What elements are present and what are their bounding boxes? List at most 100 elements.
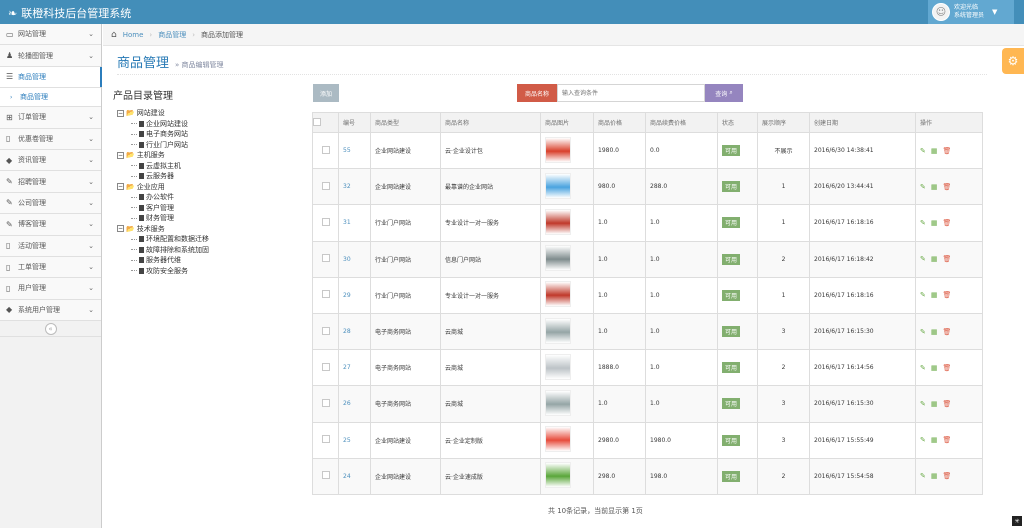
sidebar-item-coupons[interactable]: ▯ 优惠卷管理 ⌄	[0, 128, 101, 150]
collapse-box-icon[interactable]: −	[117, 183, 124, 191]
tree-leaf[interactable]: 故障排除和系统加固	[117, 245, 209, 256]
col-price[interactable]: 商品价格	[593, 112, 646, 133]
tree-node[interactable]: − 📂 企业应用	[117, 182, 209, 193]
grid-icon[interactable]: ▦	[931, 364, 938, 372]
edit-icon[interactable]: ✎	[920, 436, 926, 444]
trash-icon[interactable]: 🗑	[943, 183, 952, 191]
sidebar-item-jobs[interactable]: ✎ 招聘管理 ⌄	[0, 171, 101, 193]
tree-leaf[interactable]: 环境配置和数据迁移	[117, 234, 209, 245]
row-id[interactable]: 27	[338, 349, 371, 387]
grid-icon[interactable]: ▦	[931, 147, 938, 155]
grid-icon[interactable]: ▦	[931, 291, 938, 299]
row-checkbox[interactable]	[321, 398, 330, 407]
row-checkbox[interactable]	[321, 217, 330, 226]
search-button[interactable]: 查询 ⌕	[705, 84, 743, 102]
edit-icon[interactable]: ✎	[920, 255, 926, 263]
collapse-box-icon[interactable]: −	[117, 151, 124, 159]
edit-icon[interactable]: ✎	[920, 147, 926, 155]
row-checkbox[interactable]	[321, 435, 330, 444]
tree-leaf[interactable]: 企业网站建设	[117, 119, 209, 130]
row-id[interactable]: 28	[338, 312, 371, 351]
breadcrumb-level1[interactable]: 商品管理	[158, 30, 186, 40]
trash-icon[interactable]: 🗑	[943, 364, 952, 372]
sidebar-item-website[interactable]: ▭ 网站管理 ⌄	[0, 24, 101, 46]
col-date[interactable]: 创建日期	[809, 112, 916, 133]
row-checkbox[interactable]	[321, 362, 330, 371]
tree-leaf[interactable]: 客户管理	[117, 203, 209, 214]
tree-leaf[interactable]: 云服务器	[117, 171, 209, 182]
edit-icon[interactable]: ✎	[920, 472, 926, 480]
col-renew-price[interactable]: 商品续费价格	[645, 112, 718, 133]
trash-icon[interactable]: 🗑	[943, 328, 952, 336]
trash-icon[interactable]: 🗑	[943, 436, 952, 444]
sidebar-item-company[interactable]: ✎ 公司管理 ⌄	[0, 192, 101, 215]
settings-button[interactable]: ⚙	[1002, 48, 1024, 74]
search-input[interactable]	[557, 84, 705, 102]
grid-icon[interactable]: ▦	[931, 219, 938, 227]
row-id[interactable]: 26	[338, 385, 371, 423]
trash-icon[interactable]: 🗑	[943, 472, 952, 480]
user-menu[interactable]: ☺ 欢迎光临 系统管理员 ▼	[928, 0, 1014, 24]
tree-leaf[interactable]: 服务器代维	[117, 255, 209, 266]
row-id[interactable]: 25	[338, 421, 371, 459]
trash-icon[interactable]: 🗑	[943, 147, 952, 155]
tree-leaf[interactable]: 攻防安全服务	[117, 266, 209, 277]
sidebar-item-orders[interactable]: ⊞ 订单管理 ⌄	[0, 107, 101, 129]
collapse-box-icon[interactable]: −	[117, 109, 124, 117]
breadcrumb-home[interactable]: Home	[123, 31, 144, 39]
row-id[interactable]: 32	[338, 168, 371, 206]
add-button[interactable]: 添加	[313, 84, 339, 102]
row-checkbox[interactable]	[321, 290, 330, 299]
row-checkbox[interactable]	[321, 326, 330, 335]
row-checkbox[interactable]	[321, 181, 330, 190]
edit-icon[interactable]: ✎	[920, 364, 926, 372]
edit-icon[interactable]: ✎	[920, 219, 926, 227]
select-all-checkbox[interactable]	[313, 117, 321, 126]
brand[interactable]: ❧ 联橙科技后台管理系统	[8, 5, 131, 21]
trash-icon[interactable]: 🗑	[943, 291, 952, 299]
row-id[interactable]: 29	[338, 276, 371, 314]
sidebar-item-products[interactable]: ☰ 商品管理	[0, 66, 102, 89]
double-angle-left-icon[interactable]: «	[44, 322, 57, 335]
sidebar-subitem-products[interactable]: › 商品管理	[0, 88, 101, 108]
grid-icon[interactable]: ▦	[931, 472, 938, 480]
tree-leaf[interactable]: 电子商务网站	[117, 129, 209, 140]
edit-icon[interactable]: ✎	[920, 291, 926, 299]
tree-leaf[interactable]: 财务管理	[117, 213, 209, 224]
sidebar-item-system-users[interactable]: ◆ 系统用户管理 ⌄	[0, 299, 101, 322]
col-name[interactable]: 商品名称	[440, 112, 541, 133]
row-checkbox[interactable]	[321, 145, 330, 154]
tree-leaf[interactable]: 行业门户网站	[117, 140, 209, 151]
sidebar-item-blog[interactable]: ✎ 博客管理 ⌄	[0, 214, 101, 236]
edit-icon[interactable]: ✎	[920, 328, 926, 336]
tree-node[interactable]: − 📂 技术服务	[117, 224, 209, 235]
tree-leaf[interactable]: 云虚拟主机	[117, 161, 209, 172]
trash-icon[interactable]: 🗑	[943, 219, 952, 227]
edit-icon[interactable]: ✎	[920, 400, 926, 408]
row-id[interactable]: 55	[338, 131, 371, 170]
sidebar-item-carousel[interactable]: ♟ 轮播图管理 ⌄	[0, 45, 101, 67]
grid-icon[interactable]: ▦	[931, 328, 938, 336]
grid-icon[interactable]: ▦	[931, 436, 938, 444]
col-image[interactable]: 商品图片	[540, 112, 594, 133]
tree-node[interactable]: − 📂 网站建设	[117, 108, 209, 119]
sidebar-item-news[interactable]: ◆ 资讯管理 ⌄	[0, 149, 101, 172]
row-checkbox[interactable]	[321, 471, 330, 480]
sidebar-item-users[interactable]: ▯ 用户管理 ⌄	[0, 278, 101, 300]
row-id[interactable]: 24	[338, 457, 371, 495]
sidebar-item-events[interactable]: ▯ 活动管理 ⌄	[0, 235, 101, 257]
row-checkbox[interactable]	[321, 254, 330, 263]
collapse-box-icon[interactable]: −	[117, 225, 124, 233]
tree-node[interactable]: − 📂 主机服务	[117, 150, 209, 161]
col-status[interactable]: 状态	[717, 112, 758, 133]
row-id[interactable]: 30	[338, 240, 371, 278]
edit-icon[interactable]: ✎	[920, 183, 926, 191]
grid-icon[interactable]: ▦	[931, 400, 938, 408]
trash-icon[interactable]: 🗑	[943, 400, 952, 408]
col-type[interactable]: 商品类型	[370, 112, 441, 133]
row-id[interactable]: 31	[338, 204, 371, 242]
col-order[interactable]: 展示顺序	[757, 112, 810, 133]
grid-icon[interactable]: ▦	[931, 183, 938, 191]
sidebar-item-tickets[interactable]: ▯ 工单管理 ⌄	[0, 256, 101, 279]
grid-icon[interactable]: ▦	[931, 255, 938, 263]
